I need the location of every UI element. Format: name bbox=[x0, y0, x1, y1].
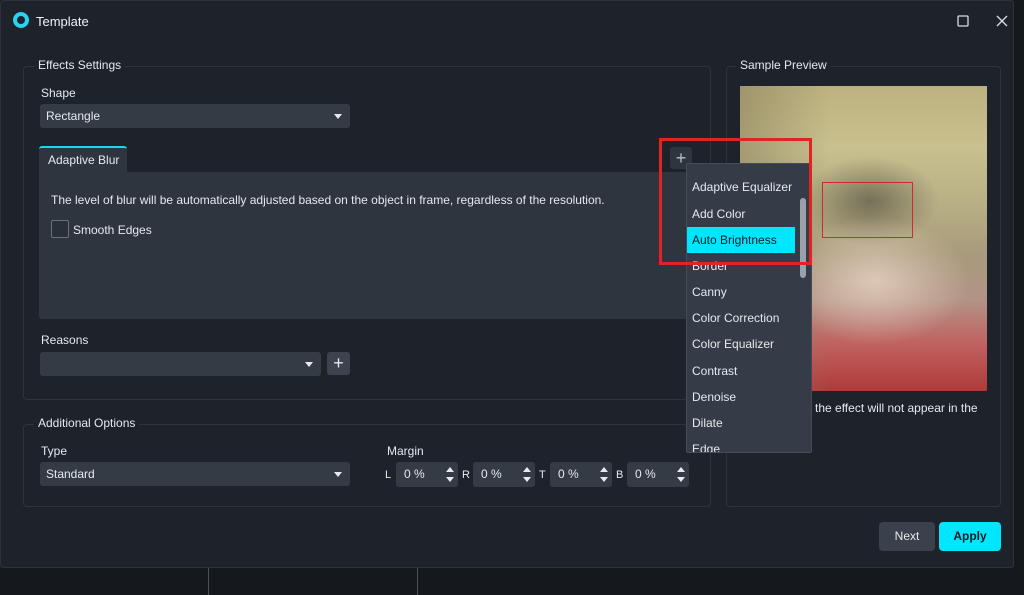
annotation-highlight-box bbox=[659, 138, 812, 265]
margin-top-letter: T bbox=[539, 469, 546, 481]
background-strip bbox=[1014, 0, 1024, 568]
close-button[interactable] bbox=[990, 9, 1014, 33]
menu-item-dilate[interactable]: Dilate bbox=[687, 410, 799, 436]
margin-bottom-letter: B bbox=[616, 469, 624, 481]
divider bbox=[208, 568, 209, 595]
menu-item-color-equalizer[interactable]: Color Equalizer bbox=[687, 331, 799, 357]
margin-top-stepper[interactable]: 0 % bbox=[550, 462, 612, 487]
smooth-edges-checkbox[interactable] bbox=[51, 220, 69, 238]
shape-value: Rectangle bbox=[46, 109, 101, 123]
shape-label: Shape bbox=[41, 86, 76, 100]
adaptive-blur-panel: The level of blur will be automatically … bbox=[39, 172, 691, 319]
margin-right-stepper[interactable]: 0 % bbox=[473, 462, 535, 487]
close-icon bbox=[996, 15, 1008, 27]
stepper-arrows[interactable] bbox=[676, 465, 686, 484]
app-logo-icon bbox=[13, 12, 29, 28]
effect-description: The level of blur will be automatically … bbox=[51, 193, 605, 207]
effects-settings-title: Effects Settings bbox=[34, 58, 126, 72]
next-button[interactable]: Next bbox=[879, 522, 935, 551]
margin-top-value: 0 % bbox=[558, 467, 579, 481]
detection-box bbox=[822, 182, 913, 238]
chevron-down-icon bbox=[334, 472, 342, 477]
preview-note: the effect will not appear in the bbox=[815, 401, 978, 415]
chevron-up-icon[interactable] bbox=[523, 467, 531, 472]
chevron-up-icon[interactable] bbox=[677, 467, 685, 472]
chevron-down-icon bbox=[334, 114, 342, 119]
maximize-button[interactable] bbox=[951, 9, 975, 33]
chevron-down-icon bbox=[305, 362, 313, 367]
chevron-down-icon[interactable] bbox=[523, 477, 531, 482]
tab-adaptive-blur[interactable]: Adaptive Blur bbox=[39, 146, 127, 172]
margin-left-value: 0 % bbox=[404, 467, 425, 481]
menu-item-contrast[interactable]: Contrast bbox=[687, 358, 799, 384]
chevron-up-icon[interactable] bbox=[446, 467, 454, 472]
window-title: Template bbox=[36, 14, 89, 29]
chevron-down-icon[interactable] bbox=[677, 477, 685, 482]
margin-bottom-stepper[interactable]: 0 % bbox=[627, 462, 689, 487]
stepper-arrows[interactable] bbox=[445, 465, 455, 484]
margin-label: Margin bbox=[387, 444, 424, 458]
type-select[interactable]: Standard bbox=[40, 462, 350, 486]
add-reason-button[interactable]: + bbox=[327, 352, 350, 375]
additional-options-title: Additional Options bbox=[34, 416, 140, 430]
margin-bottom-value: 0 % bbox=[635, 467, 656, 481]
reasons-select[interactable] bbox=[40, 352, 321, 376]
chevron-down-icon[interactable] bbox=[600, 477, 608, 482]
smooth-edges-label: Smooth Edges bbox=[73, 223, 152, 237]
margin-left-stepper[interactable]: 0 % bbox=[396, 462, 458, 487]
menu-item-color-correction[interactable]: Color Correction bbox=[687, 305, 799, 331]
title-bar: Template bbox=[1, 1, 1013, 41]
chevron-up-icon[interactable] bbox=[600, 467, 608, 472]
shape-select[interactable]: Rectangle bbox=[40, 104, 350, 128]
apply-button[interactable]: Apply bbox=[939, 522, 1001, 551]
chevron-down-icon[interactable] bbox=[446, 477, 454, 482]
plus-icon: + bbox=[333, 353, 344, 373]
stepper-arrows[interactable] bbox=[522, 465, 532, 484]
sample-preview-title: Sample Preview bbox=[736, 58, 831, 72]
reasons-label: Reasons bbox=[41, 333, 89, 347]
stepper-arrows[interactable] bbox=[599, 465, 609, 484]
divider bbox=[417, 568, 418, 595]
type-value: Standard bbox=[46, 467, 95, 481]
margin-right-letter: R bbox=[462, 469, 470, 481]
menu-item-edge[interactable]: Edge bbox=[687, 436, 799, 452]
maximize-icon bbox=[957, 15, 969, 27]
menu-item-canny[interactable]: Canny bbox=[687, 279, 799, 305]
margin-left-letter: L bbox=[385, 469, 392, 481]
margin-right-value: 0 % bbox=[481, 467, 502, 481]
menu-item-denoise[interactable]: Denoise bbox=[687, 384, 799, 410]
background-taskbar bbox=[0, 568, 1024, 595]
type-label: Type bbox=[41, 444, 68, 458]
